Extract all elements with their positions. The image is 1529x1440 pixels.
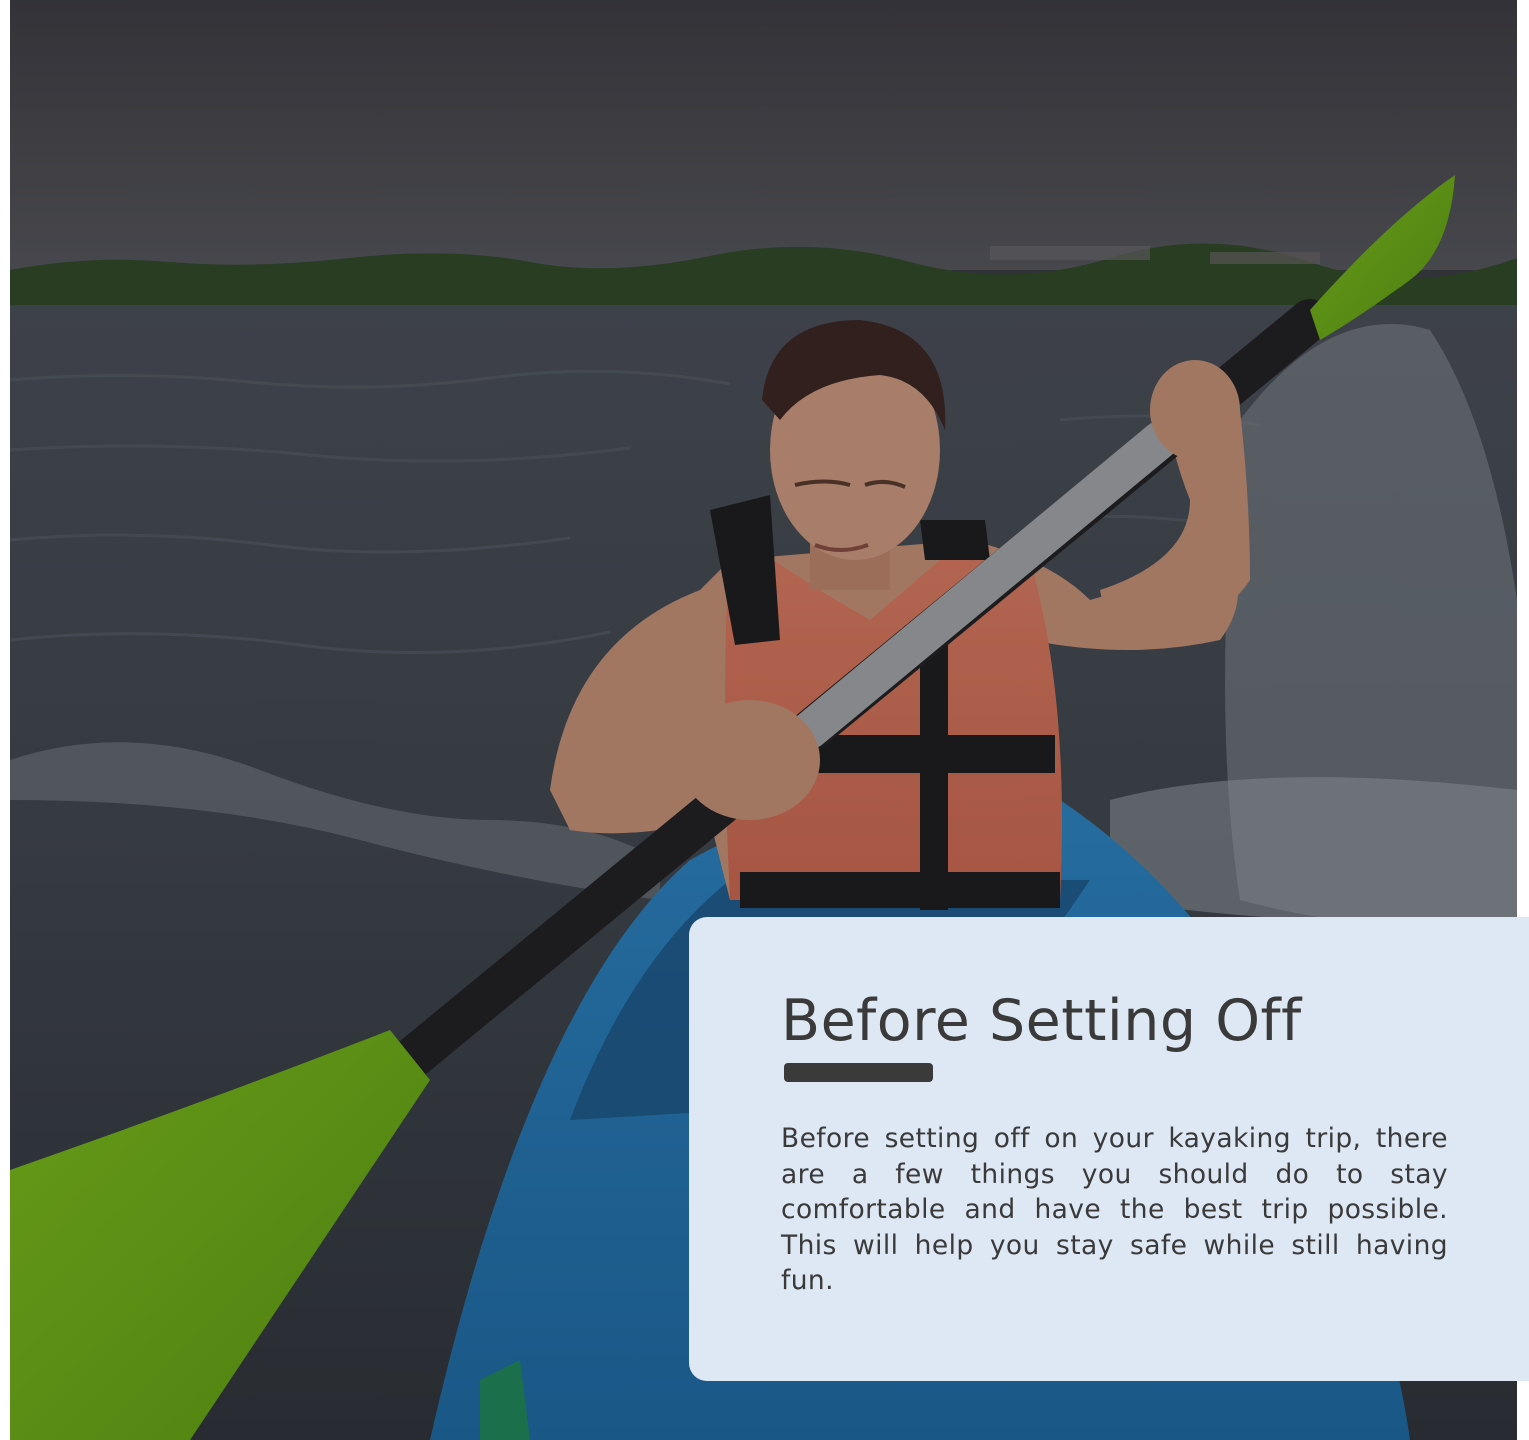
- title-underline: [784, 1063, 933, 1082]
- info-card: Before Setting Off Before setting off on…: [689, 917, 1529, 1381]
- card-body-text: Before setting off on your kayaking trip…: [781, 1123, 1448, 1296]
- card-title: Before Setting Off: [781, 988, 1302, 1054]
- page: Before Setting Off Before setting off on…: [0, 0, 1529, 1440]
